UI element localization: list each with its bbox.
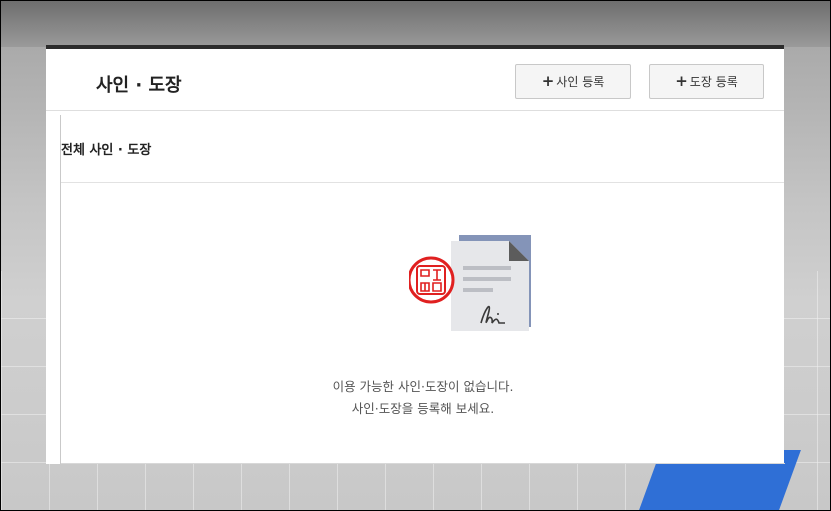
document-with-signature-and-stamp-icon [409, 235, 531, 331]
panel-bottom-divider [61, 463, 785, 464]
add-stamp-button[interactable]: + 도장 등록 [649, 64, 764, 99]
empty-state: 이용 가능한 사인·도장이 없습니다. 사인·도장을 등록해 보세요. [61, 183, 785, 463]
plus-icon: + [675, 72, 688, 90]
background-top-bar [1, 1, 830, 47]
section-title: 전체 사인 · 도장 [61, 143, 152, 158]
plus-icon: + [541, 72, 555, 90]
empty-message-line2: 사인·도장을 등록해 보세요. [351, 401, 495, 416]
add-stamp-label: 도장 등록 [689, 75, 738, 89]
empty-message-line1: 이용 가능한 사인·도장이 없습니다. [332, 379, 514, 394]
add-sign-button[interactable]: + 사인 등록 [515, 64, 631, 99]
dialog-header: 사인 · 도장 + 사인 등록 + 도장 등록 [46, 49, 784, 111]
add-sign-label: 사인 등록 [556, 75, 605, 89]
sign-stamp-list-panel: 전체 사인 · 도장 이용 가능한 사인·도장이 없습니다. 사인·도장을 등록… [60, 115, 785, 464]
page-title: 사인 · 도장 [96, 75, 182, 96]
sign-stamp-dialog: 사인 · 도장 + 사인 등록 + 도장 등록 전체 사인 · 도장 이용 가능… [46, 45, 785, 464]
section-header: 전체 사인 · 도장 [61, 115, 784, 183]
